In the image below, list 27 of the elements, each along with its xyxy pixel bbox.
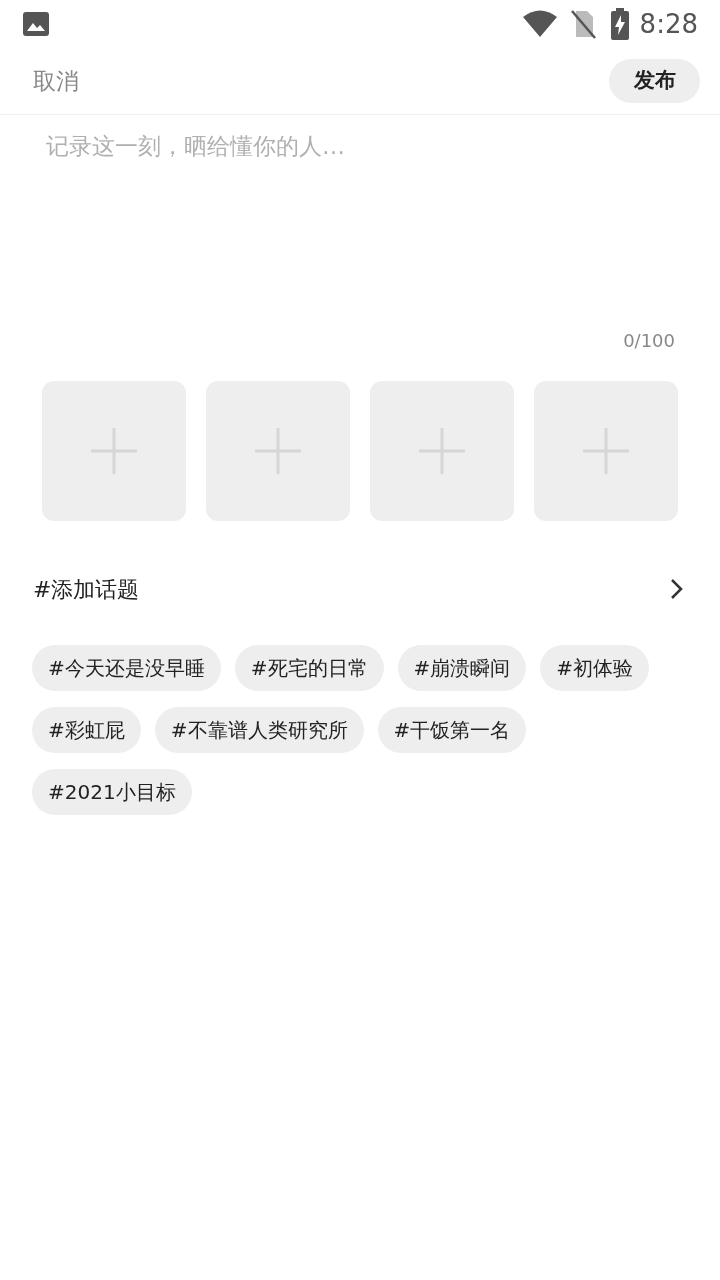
add-photo-button[interactable] [206,381,350,521]
image-icon [22,11,50,37]
no-sim-icon [569,9,596,39]
character-counter: 0/100 [623,329,675,353]
cancel-button[interactable]: 取消 [33,63,79,99]
add-photo-button[interactable] [42,381,186,521]
topic-tag[interactable]: #崩溃瞬间 [397,645,527,691]
plus-icon [418,427,466,475]
wifi-icon [521,10,558,38]
plus-icon [582,427,630,475]
add-photo-button[interactable] [370,381,514,521]
add-photo-button[interactable] [534,381,678,521]
publish-button[interactable]: 发布 [609,59,700,103]
topic-tag[interactable]: #死宅的日常 [234,645,384,691]
topic-tag[interactable]: #彩虹屁 [32,707,141,753]
topic-tag[interactable]: #干饭第一名 [377,707,527,753]
charging-battery-icon [609,8,630,40]
topic-tag[interactable]: #初体验 [540,645,650,691]
chevron-right-icon [670,578,684,600]
plus-icon [254,427,302,475]
post-text-field[interactable]: 记录这一刻，晒给懂你的人… [33,129,687,319]
add-topic-row[interactable]: #添加话题 [0,567,720,611]
topic-tag[interactable]: #2021小目标 [32,769,192,815]
topic-tag[interactable]: #不靠谱人类研究所 [154,707,364,753]
plus-icon [90,427,138,475]
topic-tag[interactable]: #今天还是没早睡 [32,645,221,691]
clock-time: 8:28 [639,7,698,41]
